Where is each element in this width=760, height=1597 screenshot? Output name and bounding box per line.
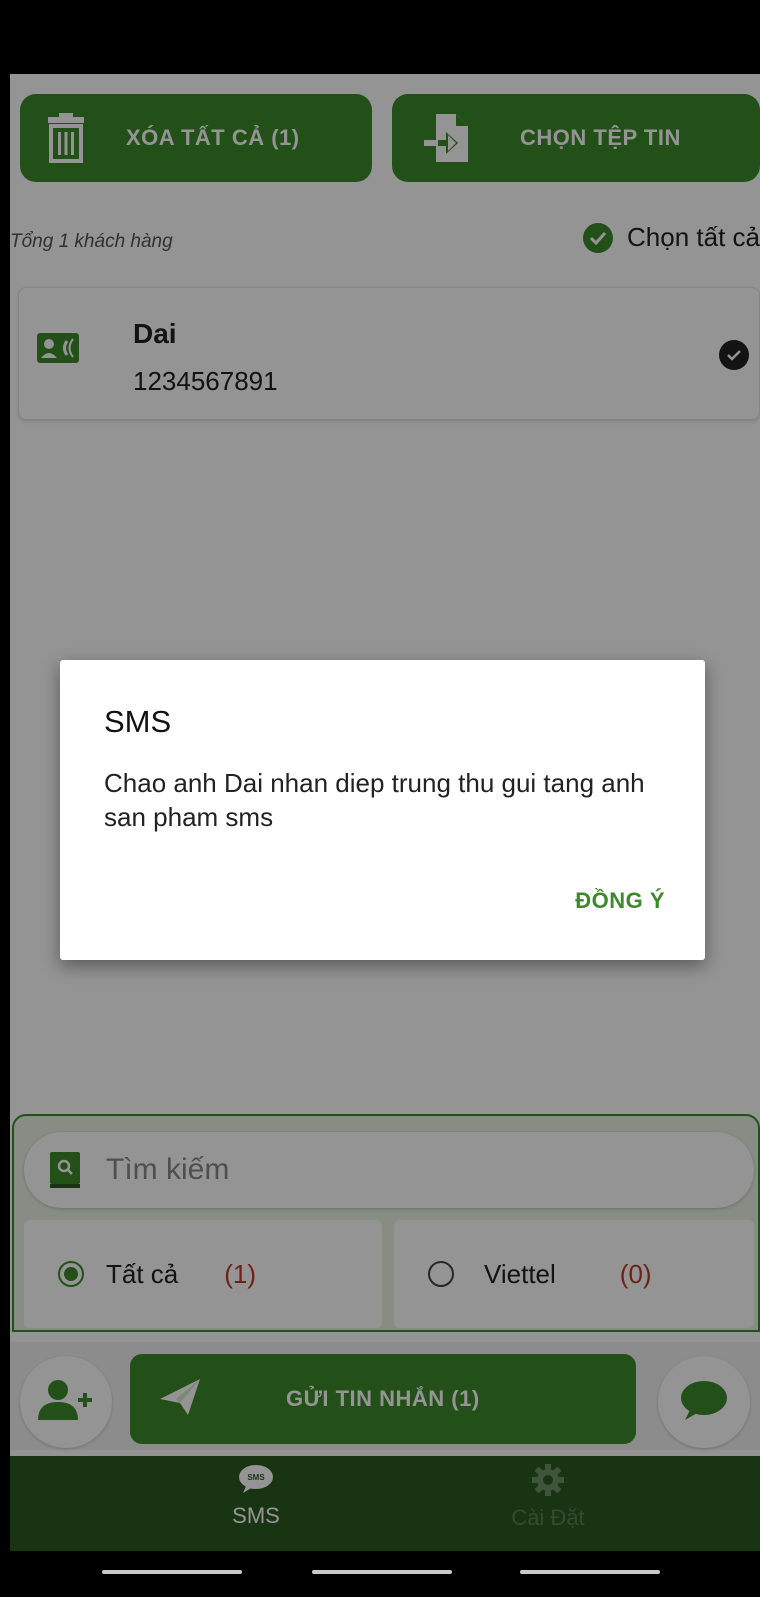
phone-screen: XÓA TẤT CẢ (1) CHỌN TỆP TIN Tổng 1 khách… — [10, 12, 760, 1597]
dialog-title: SMS — [104, 704, 172, 739]
sms-dialog: SMS Chao anh Dai nhan diep trung thu gui… — [60, 660, 705, 960]
system-home-indicator[interactable] — [312, 1570, 452, 1574]
dialog-message: Chao anh Dai nhan diep trung thu gui tan… — [104, 768, 645, 832]
system-recents-indicator[interactable] — [102, 1570, 242, 1574]
system-navigation-bar — [10, 1551, 760, 1597]
dialog-ok-button[interactable]: ĐỒNG Ý — [575, 888, 665, 914]
system-back-indicator[interactable] — [520, 1570, 660, 1574]
